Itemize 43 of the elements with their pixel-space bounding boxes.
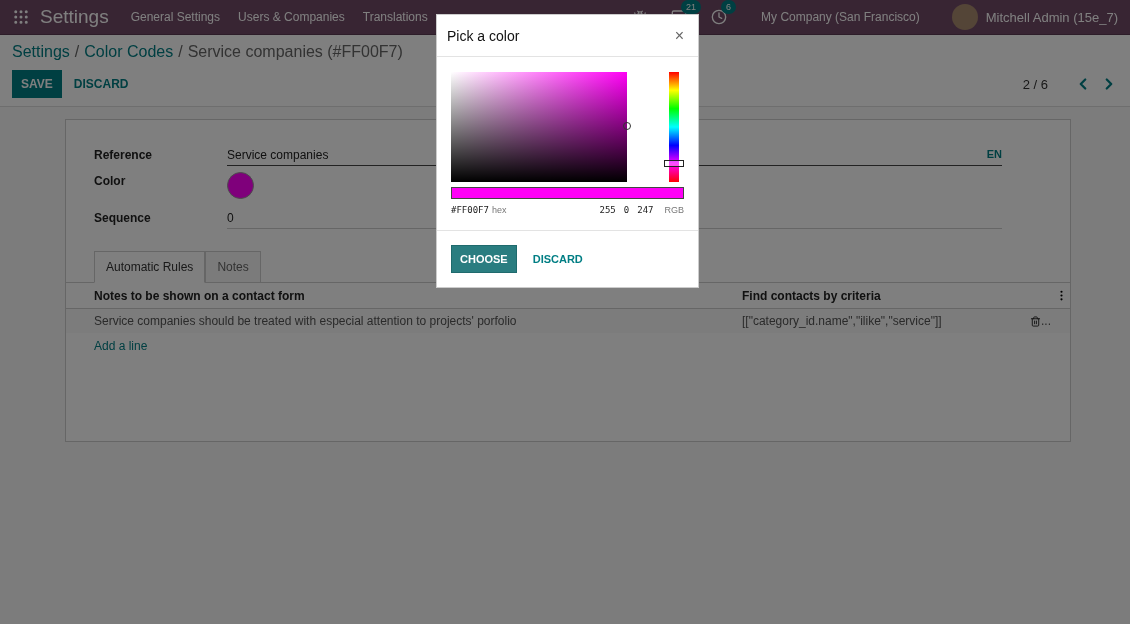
add-line-link[interactable]: Add a line xyxy=(94,339,148,353)
column-header[interactable]: Find contacts by criteria xyxy=(742,289,1040,303)
breadcrumb-separator: / xyxy=(178,43,183,61)
breadcrumb-item: Service companies (#FF00F7) xyxy=(187,43,403,61)
pager-value: 2 / 6 xyxy=(1022,76,1048,92)
user-name[interactable]: Mitchell Admin (15e_7) xyxy=(985,9,1118,25)
trash-icon[interactable] xyxy=(1030,315,1041,327)
save-button[interactable]: SAVE xyxy=(12,70,62,98)
overflow-text: ... xyxy=(1041,314,1051,328)
breadcrumb-item[interactable]: Color Codes xyxy=(84,43,174,61)
close-button[interactable]: × xyxy=(670,26,688,45)
message-count: 21 xyxy=(681,0,702,14)
saturation-area[interactable] xyxy=(451,72,627,182)
app-name[interactable]: Settings xyxy=(40,6,109,28)
hue-handle[interactable] xyxy=(664,160,684,168)
discard-button[interactable]: DISCARD xyxy=(61,70,141,98)
hex-label: hex xyxy=(491,205,507,215)
field-label: Sequence xyxy=(94,210,152,227)
hex-value[interactable]: #FF00F7 xyxy=(451,205,489,215)
tab[interactable]: Automatic Rules xyxy=(94,251,206,283)
tab[interactable]: Notes xyxy=(205,251,261,283)
rgb-value[interactable]: 255 xyxy=(599,205,616,215)
choose-button[interactable]: CHOOSE xyxy=(451,245,517,273)
table-cell-text: [["category_id.name","ilike","service"]] xyxy=(742,314,943,328)
field-label: Reference xyxy=(94,147,154,164)
column-header[interactable]: Notes to be shown on a contact form xyxy=(94,289,742,303)
rgb-value[interactable]: 0 xyxy=(623,205,630,215)
apps-menu-icon[interactable] xyxy=(12,8,30,26)
nav-menu-item[interactable]: Users & Companies xyxy=(238,10,345,24)
field-label: Color xyxy=(94,173,127,190)
rgb-value[interactable]: 247 xyxy=(637,205,654,215)
company-switcher[interactable]: My Company (San Francisco) xyxy=(761,10,920,24)
color-swatch[interactable] xyxy=(227,172,254,199)
table-cell-text: Service companies should be treated with especial attention to projects' porfolio xyxy=(94,314,518,328)
breadcrumb-item[interactable]: Settings xyxy=(12,43,70,61)
dialog-title: Pick a color xyxy=(447,27,520,44)
activity-count: 6 xyxy=(721,0,737,14)
clock-icon[interactable] xyxy=(711,9,728,25)
rgb-label: RGB xyxy=(664,205,684,215)
discard-button[interactable]: DISCARD xyxy=(520,245,595,273)
nav-menu-item[interactable]: General Settings xyxy=(130,10,221,24)
nav-menu-item[interactable]: Translations xyxy=(362,10,428,24)
breadcrumb-separator: / xyxy=(74,43,80,61)
